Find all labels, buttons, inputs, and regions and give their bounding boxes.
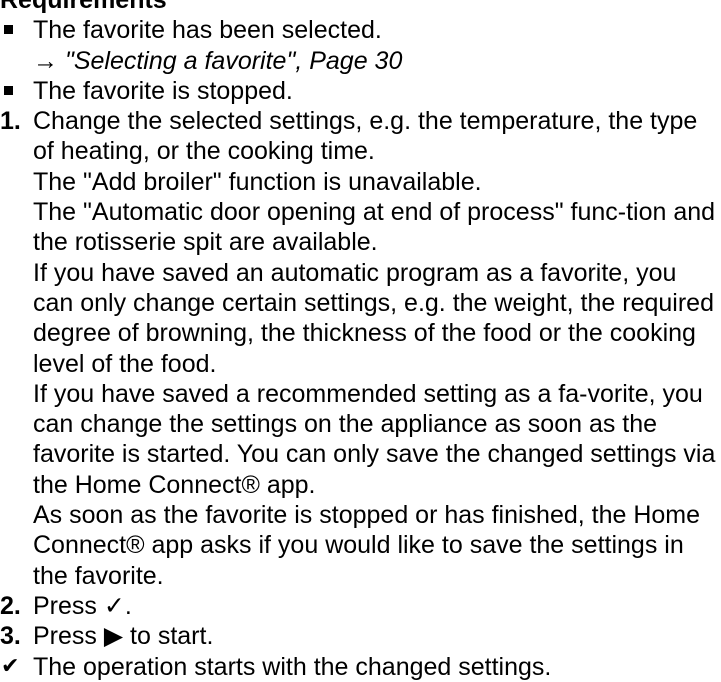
step-text-before: Press: [33, 591, 104, 620]
play-icon: ▶: [103, 621, 124, 651]
requirements-heading: Requirements: [0, 0, 167, 14]
step-paragraph: Change the selected settings, e.g. the t…: [33, 107, 698, 166]
result-item: ✔ The operation starts with the changed …: [0, 652, 721, 682]
requirement-text: The favorite is stopped.: [33, 76, 293, 105]
square-bullet-icon: [4, 25, 13, 35]
requirement-text: The favorite has been selected.: [33, 16, 382, 45]
checkmark-icon: ✓: [103, 590, 125, 620]
step-item: 2. Press ✓.: [0, 591, 721, 621]
step-number: 2.: [0, 591, 21, 620]
step-number: 1.: [0, 107, 21, 136]
step-paragraph: If you have saved an automatic program a…: [33, 258, 714, 378]
step-text-after: to start.: [123, 622, 214, 651]
step-text: Press ▶ to start.: [33, 621, 721, 651]
requirement-item: The favorite has been selected. → "Selec…: [0, 15, 721, 76]
reference-link[interactable]: "Selecting a favorite", Page 30: [65, 47, 402, 75]
step-text-after: .: [124, 591, 132, 620]
step-text: Press ✓.: [33, 591, 721, 621]
manual-page: Requirements The favorite has been selec…: [0, 0, 721, 682]
step-item: 3. Press ▶ to start.: [0, 621, 721, 651]
square-bullet-icon: [4, 85, 13, 95]
step-paragraph: As soon as the favorite is stopped or ha…: [33, 501, 701, 590]
requirement-item: The favorite is stopped.: [0, 76, 721, 106]
cross-reference: → "Selecting a favorite", Page 30: [33, 46, 721, 76]
step-number: 3.: [0, 622, 21, 651]
step-item: 1. Change the selected settings, e.g. th…: [0, 106, 721, 591]
result-check-icon: ✔: [1, 653, 20, 679]
step-paragraph: If you have saved a recommended setting …: [33, 379, 716, 499]
step-paragraph: The "Add broiler" function is unavailabl…: [33, 167, 482, 196]
result-text: The operation starts with the changed se…: [33, 652, 552, 681]
step-paragraph: The "Automatic door opening at end of pr…: [33, 198, 716, 257]
arrow-icon: →: [33, 46, 58, 75]
step-text-before: Press: [33, 622, 104, 651]
